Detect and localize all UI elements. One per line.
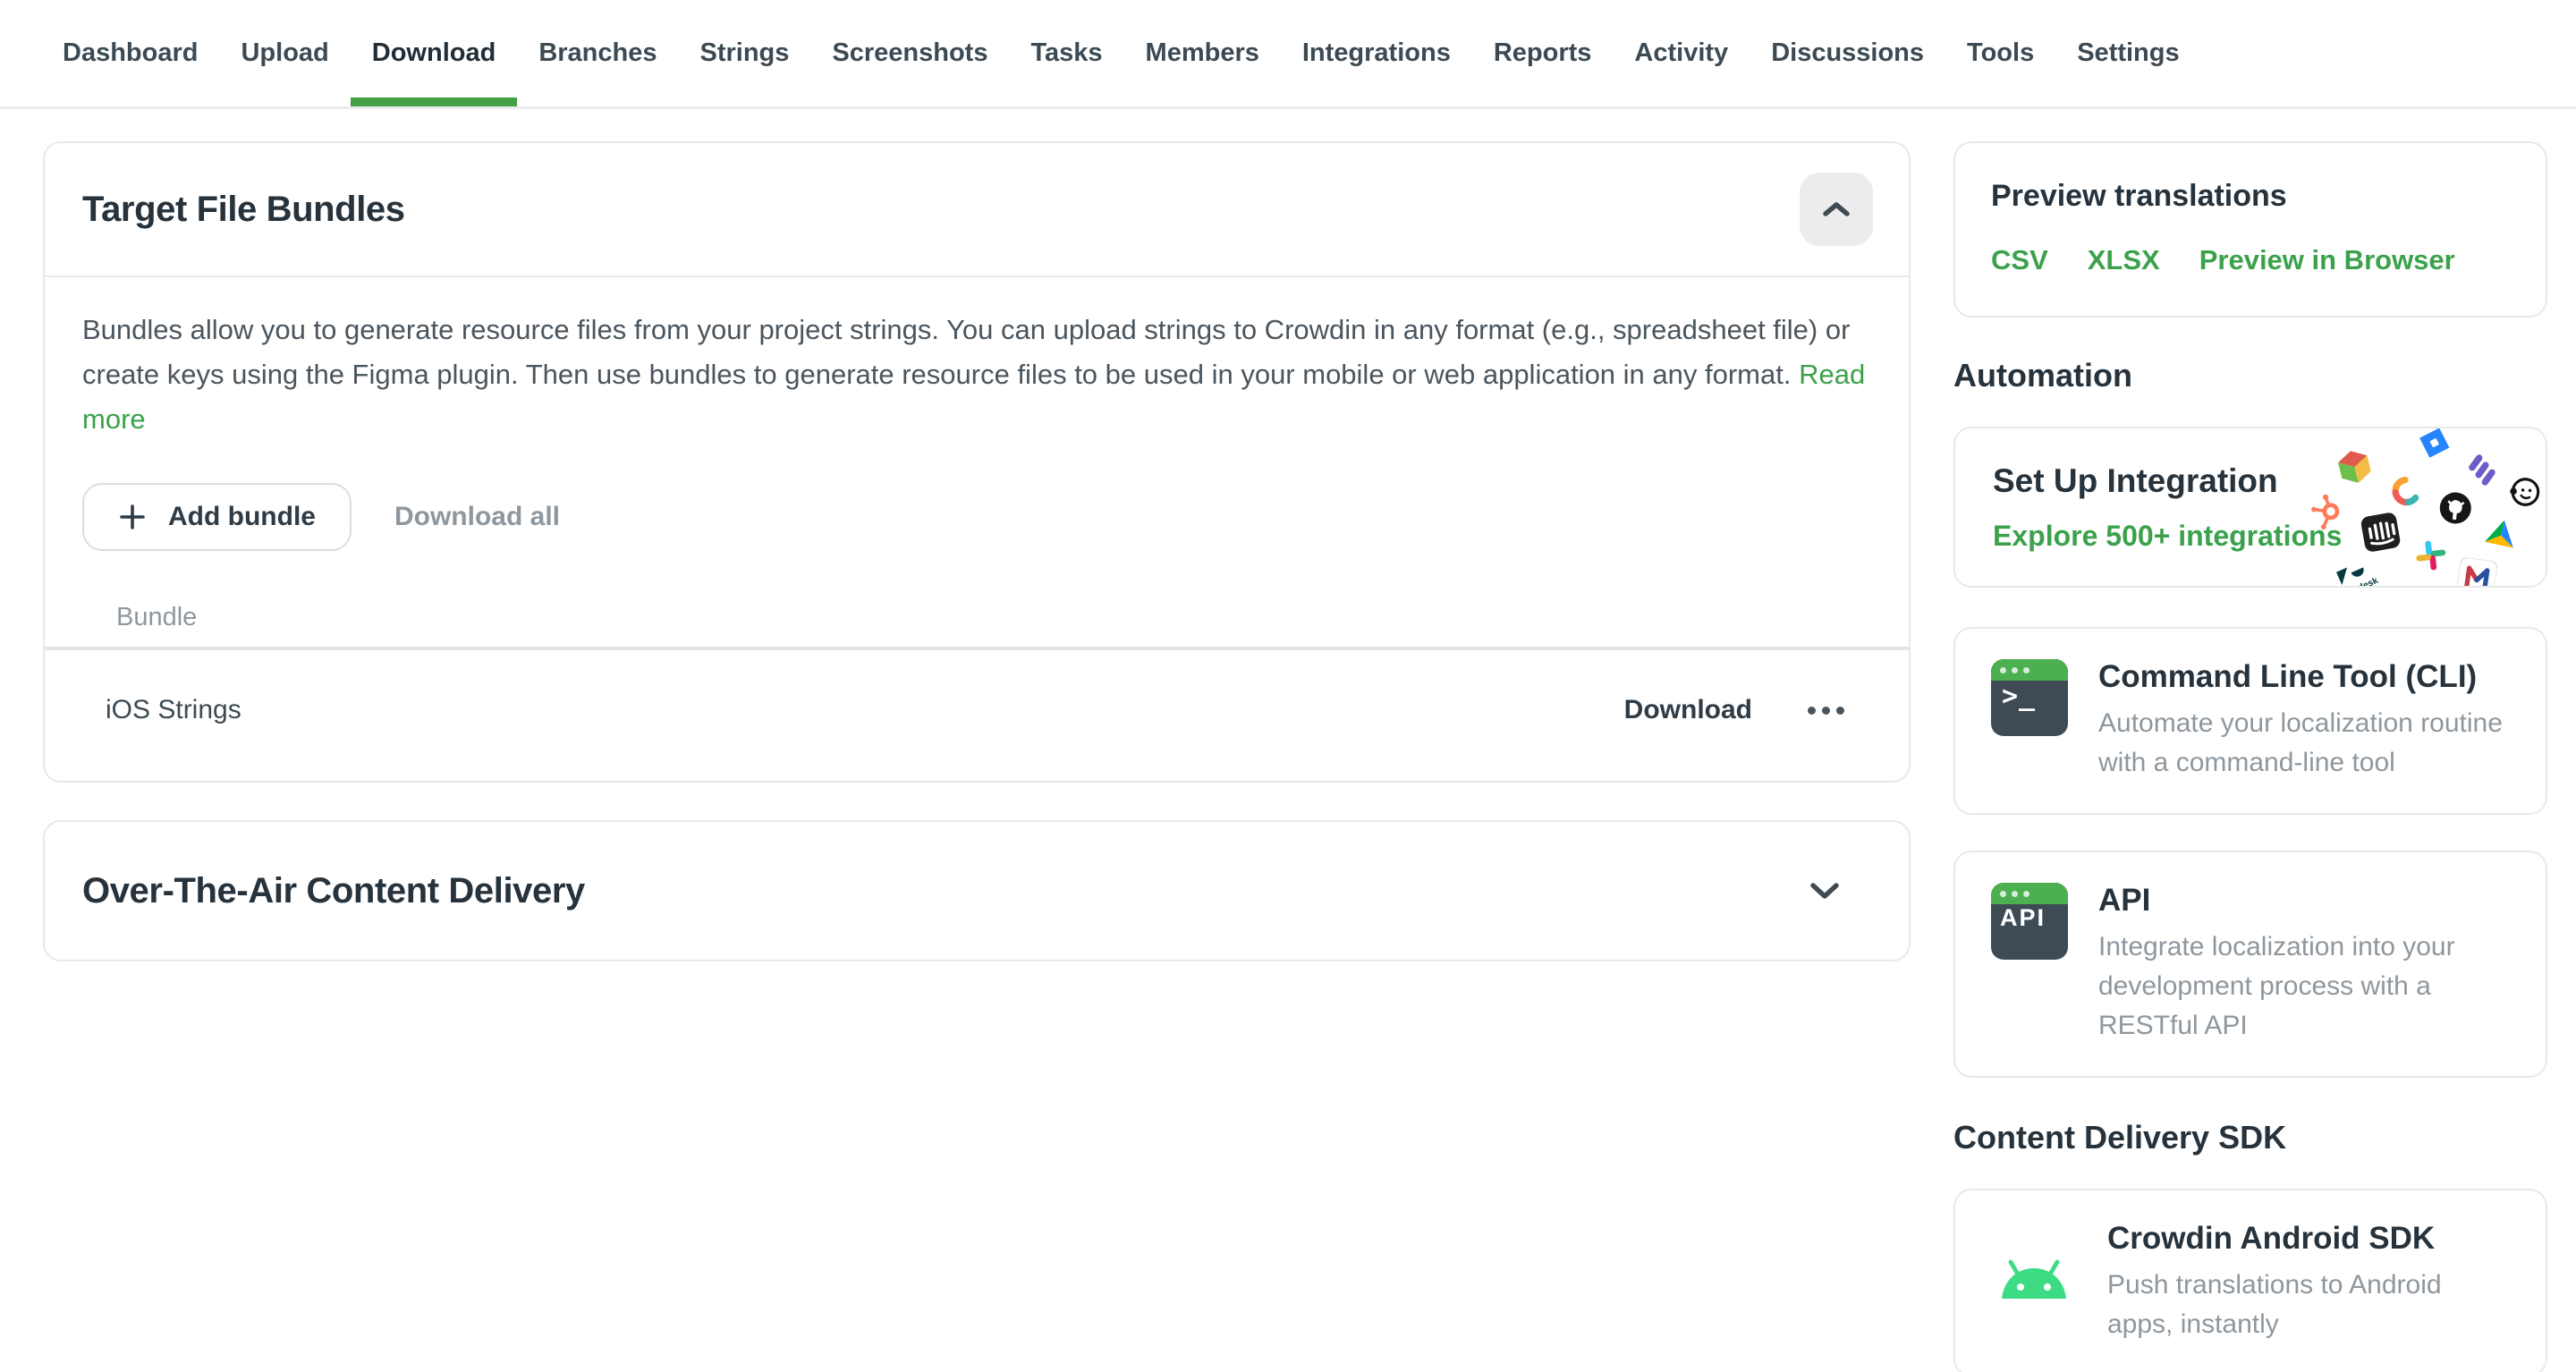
explore-integrations-link[interactable]: Explore 500+ integrations [1993,520,2546,553]
svg-text:zendesk: zendesk [2343,576,2379,588]
tab-members[interactable]: Members [1124,0,1281,106]
project-tabs: Dashboard Upload Download Branches Strin… [0,0,2576,109]
collapse-bundles-button[interactable] [1800,173,1873,246]
integration-logos: zendesk [2259,428,2546,586]
zeplin-icon [2388,579,2431,588]
tab-screenshots[interactable]: Screenshots [810,0,1009,106]
api-card[interactable]: API API Integrate localization into your… [1953,851,2547,1078]
tab-tools[interactable]: Tools [1945,0,2055,106]
cli-description: Automate your localization routine with … [2098,704,2510,783]
set-up-integration-card[interactable]: Set Up Integration Explore 500+ integrat… [1953,427,2547,588]
android-sdk-title: Crowdin Android SDK [2107,1221,2510,1257]
target-file-bundles-card: Target File Bundles Bundles allow you to… [43,141,1911,783]
chevron-up-icon [1822,201,1851,217]
bundle-column-header: Bundle [82,587,1871,647]
ota-content-delivery-card[interactable]: Over-The-Air Content Delivery [43,820,1911,961]
bundles-description-text: Bundles allow you to generate resource f… [82,314,1850,390]
target-file-bundles-title: Target File Bundles [82,190,405,230]
add-bundle-button[interactable]: Add bundle [82,483,352,551]
tab-upload[interactable]: Upload [219,0,350,106]
tab-activity[interactable]: Activity [1613,0,1750,106]
terminal-cli-icon: >_ [1991,659,2068,736]
tab-tasks[interactable]: Tasks [1009,0,1123,106]
tab-reports[interactable]: Reports [1472,0,1614,106]
tab-download[interactable]: Download [351,0,518,106]
table-row: iOS Strings Download [82,650,1871,781]
preview-translations-title: Preview translations [1991,179,2510,214]
tab-settings[interactable]: Settings [2055,0,2200,106]
bundle-name[interactable]: iOS Strings [106,695,242,725]
android-icon [1991,1255,2077,1310]
preview-translations-card: Preview translations CSV XLSX Preview in… [1953,141,2547,318]
preview-csv-link[interactable]: CSV [1991,244,2048,276]
content-delivery-sdk-heading: Content Delivery SDK [1953,1119,2547,1156]
android-sdk-description: Push translations to Android apps, insta… [2107,1266,2510,1344]
sidebar: Preview translations CSV XLSX Preview in… [1953,141,2547,1372]
tab-integrations[interactable]: Integrations [1281,0,1472,106]
android-sdk-card[interactable]: Crowdin Android SDK Push translations to… [1953,1189,2547,1372]
plus-icon [118,503,147,531]
tab-discussions[interactable]: Discussions [1750,0,1945,106]
main-column: Target File Bundles Bundles allow you to… [43,141,1911,961]
bundles-description: Bundles allow you to generate resource f… [82,308,1871,442]
preview-in-browser-link[interactable]: Preview in Browser [2199,244,2455,276]
zendesk-icon: zendesk [2327,551,2384,588]
tab-strings[interactable]: Strings [678,0,810,106]
tab-branches[interactable]: Branches [517,0,678,106]
ota-title: Over-The-Air Content Delivery [82,871,585,911]
download-bundle-link[interactable]: Download [1624,695,1752,725]
expand-ota-button[interactable] [1809,882,1841,900]
automation-heading: Automation [1953,357,2547,394]
api-title: API [2098,883,2510,919]
terminal-api-icon: API [1991,883,2068,960]
set-up-integration-title: Set Up Integration [1993,462,2546,500]
api-description: Integrate localization into your develop… [2098,927,2510,1046]
bundles-table: Bundle iOS Strings Download [82,587,1871,781]
cli-card[interactable]: >_ Command Line Tool (CLI) Automate your… [1953,627,2547,815]
add-bundle-label: Add bundle [168,502,316,532]
preview-xlsx-link[interactable]: XLSX [2088,244,2160,276]
more-options-icon[interactable] [1804,698,1848,724]
chevron-down-icon [1809,882,1841,900]
marker-m-icon [2455,556,2498,588]
cli-title: Command Line Tool (CLI) [2098,659,2510,695]
download-all-button[interactable]: Download all [394,502,560,532]
tab-dashboard[interactable]: Dashboard [41,0,219,106]
